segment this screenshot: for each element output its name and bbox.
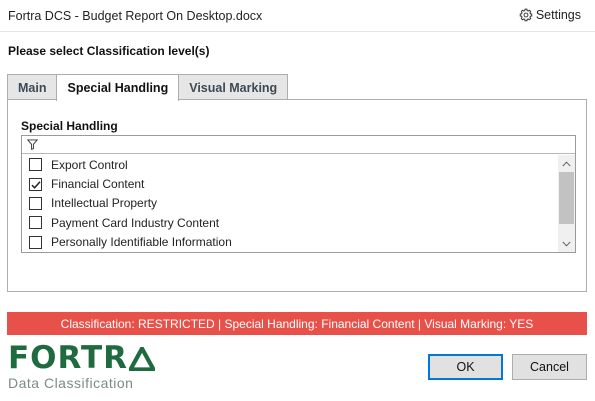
ok-button[interactable]: OK <box>428 354 503 380</box>
tab-visual-marking[interactable]: Visual Marking <box>178 74 289 100</box>
tab-special-handling[interactable]: Special Handling <box>56 74 180 101</box>
list-item[interactable]: Export Control <box>22 155 558 174</box>
list-item[interactable]: Payment Card Industry Content <box>22 213 558 232</box>
title-bar: Fortra DCS - Budget Report On Desktop.do… <box>0 0 595 32</box>
list-item-label: Financial Content <box>51 177 145 192</box>
fortra-logo: FORTR Data Classification <box>8 340 156 391</box>
cancel-button[interactable]: Cancel <box>512 354 587 380</box>
scroll-up-button[interactable] <box>558 155 575 172</box>
tab-main[interactable]: Main <box>7 74 58 100</box>
settings-button[interactable]: Settings <box>519 8 581 22</box>
window-title: Fortra DCS - Budget Report On Desktop.do… <box>8 9 263 23</box>
list-items: Export Control Financial Content Intelle… <box>22 155 558 252</box>
section-label: Special Handling <box>21 119 118 133</box>
logo-wordmark: FORTR <box>8 340 156 376</box>
logo-subtitle: Data Classification <box>8 375 134 391</box>
list-item[interactable]: Intellectual Property <box>22 194 558 213</box>
scroll-down-button[interactable] <box>558 235 575 252</box>
list-item[interactable]: Personally Identifiable Information <box>22 233 558 252</box>
special-handling-panel: Special Handling Export Control Financia… <box>7 99 587 292</box>
checkbox[interactable] <box>29 196 42 210</box>
list-item-label: Personally Identifiable Information <box>51 235 232 250</box>
list-item-label: Intellectual Property <box>51 196 158 211</box>
tab-strip: Main Special Handling Visual Marking <box>7 74 289 101</box>
checkbox[interactable] <box>29 158 42 172</box>
gear-icon <box>519 8 533 22</box>
checkbox[interactable] <box>29 216 42 230</box>
checkbox[interactable] <box>29 177 42 191</box>
list-item-label: Export Control <box>51 157 128 172</box>
list-item[interactable]: Financial Content <box>22 174 558 193</box>
scrollbar-thumb[interactable] <box>559 172 574 224</box>
filter-icon[interactable] <box>27 139 38 150</box>
classification-status-bar: Classification: RESTRICTED | Special Han… <box>7 312 587 335</box>
filter-row[interactable] <box>22 136 575 154</box>
logo-word: FORTR <box>8 340 129 376</box>
logo-triangle-icon <box>129 347 156 371</box>
checkbox[interactable] <box>29 235 42 249</box>
list-item-label: Payment Card Industry Content <box>51 215 220 230</box>
vertical-scrollbar[interactable] <box>558 155 575 252</box>
classification-prompt: Please select Classification level(s) <box>8 44 210 58</box>
chevron-down-icon <box>562 241 571 247</box>
settings-label: Settings <box>535 8 581 22</box>
special-handling-list: Export Control Financial Content Intelle… <box>21 135 576 253</box>
chevron-up-icon <box>562 160 571 166</box>
checkmark-icon <box>31 180 41 189</box>
